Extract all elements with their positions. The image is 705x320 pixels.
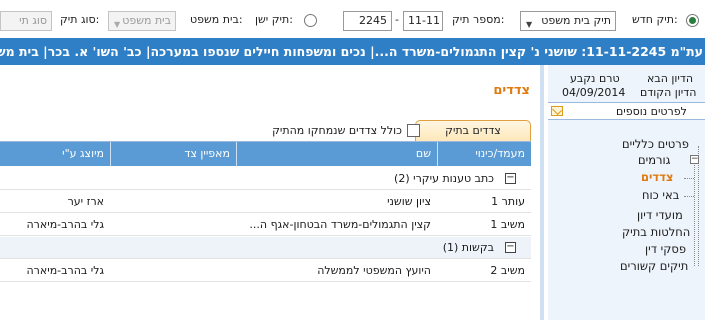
- party-characteristic: [110, 260, 236, 282]
- case-number-main-input[interactable]: 2245: [343, 11, 392, 31]
- table-header: מעמד/כינוי שם מאפיין צד מיוצג ע"י: [0, 142, 531, 166]
- table-row[interactable]: עותר 1 ציון שושני ארז יער: [0, 191, 531, 213]
- chevron-down-icon: ▼: [114, 20, 121, 29]
- case-number-month-input[interactable]: 11-11: [403, 11, 443, 31]
- party-represented-by: גלי בהרב-מיארה: [26, 264, 104, 277]
- court-label: בית משפט:: [190, 13, 243, 26]
- minus-square-icon[interactable]: −: [505, 242, 516, 253]
- include-deleted-label: כולל צדדים שנמחקו מהתיק: [272, 124, 402, 137]
- party-name: קצין התגמולים-משרד הבטחון-אגף ה...: [249, 218, 431, 231]
- column-header-characteristic[interactable]: מאפיין צד: [110, 142, 236, 166]
- court-select[interactable]: בית משפט ▼: [108, 11, 176, 31]
- next-hearing-label: הדיון הבא: [647, 72, 694, 85]
- new-case-radio[interactable]: [686, 14, 699, 27]
- case-number-separator: -: [395, 13, 399, 26]
- table-row[interactable]: משיב 2 היועץ המשפטי לממשלה גלי בהרב-מיאר…: [0, 260, 531, 282]
- table-row[interactable]: משיב 1 קצין התגמולים-משרד הבטחון-אגף ה..…: [0, 214, 531, 236]
- new-case-label: תיק חדש:: [632, 13, 678, 26]
- tree-connector: [698, 146, 699, 266]
- case-type-label: סוג תיק:: [60, 13, 100, 26]
- party-name: ציון שושני: [387, 195, 431, 208]
- tree-item-parties[interactable]: צדדים: [641, 170, 673, 184]
- party-status: משיב 2: [490, 264, 525, 277]
- section-title: צדדים: [493, 83, 530, 98]
- column-header-represented-by[interactable]: מיוצג ע"י: [0, 142, 110, 166]
- parties-table: מעמד/כינוי שם מאפיין צד מיוצג ע"י − כתב …: [0, 141, 531, 320]
- tree-item-rulings[interactable]: פסקי דין: [645, 242, 686, 256]
- court-type-select[interactable]: תיק בית משפט ▼: [520, 11, 616, 31]
- more-details-link[interactable]: לפרטים נוספים: [548, 102, 705, 120]
- case-type-select[interactable]: סוג תי: [0, 11, 52, 31]
- party-status: משיב 1: [490, 218, 525, 231]
- tree-connector: [694, 160, 695, 266]
- tree-item-factors[interactable]: גורמים: [638, 153, 670, 167]
- party-name: היועץ המשפטי לממשלה: [317, 264, 431, 277]
- prev-hearing-label: הדיון הקודם: [640, 86, 697, 99]
- case-type-value: סוג תי: [19, 14, 47, 27]
- include-deleted-checkbox[interactable]: [407, 124, 420, 137]
- party-characteristic: [110, 191, 236, 213]
- tree-item-decisions[interactable]: החלטות בתיק: [622, 225, 690, 239]
- tree-item-hearing-dates[interactable]: מועדי דיון: [637, 208, 683, 222]
- group-title: בקשות (1): [442, 241, 494, 254]
- table-group-row[interactable]: − בקשות (1): [0, 237, 531, 259]
- minus-square-icon[interactable]: −: [690, 155, 699, 164]
- court-type-value: תיק בית משפט: [541, 14, 611, 27]
- search-bar: תיק חדש: תיק בית משפט ▼ מספר תיק: 11-11 …: [0, 0, 705, 36]
- include-deleted-option[interactable]: כולל צדדים שנמחקו מהתיק: [270, 123, 420, 139]
- party-represented-by: ארז יער: [67, 195, 104, 208]
- chevron-down-icon: ▼: [526, 20, 533, 29]
- tree-item-related[interactable]: תיקים קשורים: [620, 259, 688, 273]
- case-number-label: מספר תיק:: [452, 13, 505, 26]
- tree-item-representatives[interactable]: באי כוח: [642, 188, 679, 202]
- column-header-status[interactable]: מעמד/כינוי: [437, 142, 531, 166]
- envelope-icon: [551, 106, 563, 116]
- tree-item-general[interactable]: פרטים כלליים: [622, 137, 689, 151]
- group-title: כתב טענות עיקרי (2): [394, 172, 494, 185]
- case-title-banner: עת"מ 11-11-2245: שושני נ' קצין התגמולים-…: [0, 38, 705, 65]
- party-status: עותר 1: [491, 195, 525, 208]
- tree-connector: [684, 178, 694, 179]
- table-group-row[interactable]: − כתב טענות עיקרי (2): [0, 168, 531, 190]
- next-hearing-value: טרם נקבע: [570, 72, 620, 85]
- old-case-label: תיק ישן:: [255, 13, 293, 26]
- old-case-radio[interactable]: [304, 14, 317, 27]
- prev-hearing-value: 04/09/2014: [562, 86, 626, 99]
- column-header-name[interactable]: שם: [236, 142, 437, 166]
- tab-parties[interactable]: צדדים בתיק: [415, 120, 531, 142]
- party-characteristic: [110, 214, 236, 236]
- party-represented-by: גלי בהרב-מיארה: [26, 218, 104, 231]
- more-details-label: לפרטים נוספים: [616, 105, 687, 118]
- minus-square-icon[interactable]: −: [505, 173, 516, 184]
- case-title: עת"מ 11-11-2245: שושני נ' קצין התגמולים-…: [0, 44, 703, 59]
- court-value: בית משפט: [122, 14, 171, 27]
- tree-connector: [684, 196, 694, 197]
- main-pane: צדדים צדדים בתיק כולל צדדים שנמחקו מהתיק…: [0, 65, 540, 320]
